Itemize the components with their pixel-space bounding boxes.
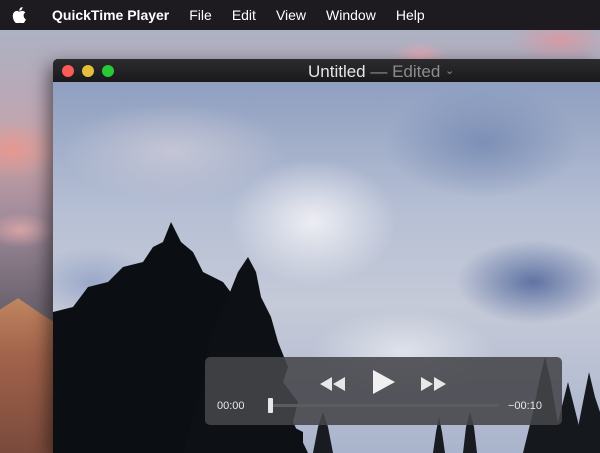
close-button[interactable] [62, 64, 74, 77]
wallpaper-mountain [0, 298, 60, 453]
chevron-down-icon[interactable]: ⌄ [445, 65, 454, 77]
window-title-status: Edited [392, 62, 441, 81]
apple-logo-icon[interactable] [0, 7, 38, 23]
menu-help[interactable]: Help [386, 7, 435, 23]
zoom-button[interactable] [102, 64, 114, 77]
menu-edit[interactable]: Edit [222, 7, 266, 23]
menu-file[interactable]: File [179, 7, 222, 23]
elapsed-time: 00:00 [217, 400, 245, 412]
playback-controls: 00:00 −00:10 [205, 357, 562, 425]
menu-app-name[interactable]: QuickTime Player [38, 7, 179, 23]
menu-view[interactable]: View [266, 7, 316, 23]
minimize-button[interactable] [82, 64, 94, 77]
window-title-name: Untitled [308, 62, 366, 81]
menu-window[interactable]: Window [316, 7, 386, 23]
window-title[interactable]: Untitled — Edited ⌄ [308, 62, 454, 82]
scrubber-track[interactable] [268, 398, 499, 413]
window-title-separator: — [365, 62, 393, 81]
scrubber-thumb[interactable] [268, 398, 273, 413]
rewind-icon[interactable] [318, 376, 346, 397]
traffic-lights [53, 64, 114, 77]
play-icon[interactable] [372, 369, 396, 400]
fast-forward-icon[interactable] [420, 376, 448, 397]
menu-bar: QuickTime Player File Edit View Window H… [0, 0, 600, 30]
window-titlebar[interactable]: Untitled — Edited ⌄ [53, 59, 600, 82]
remaining-time: −00:10 [508, 400, 542, 412]
